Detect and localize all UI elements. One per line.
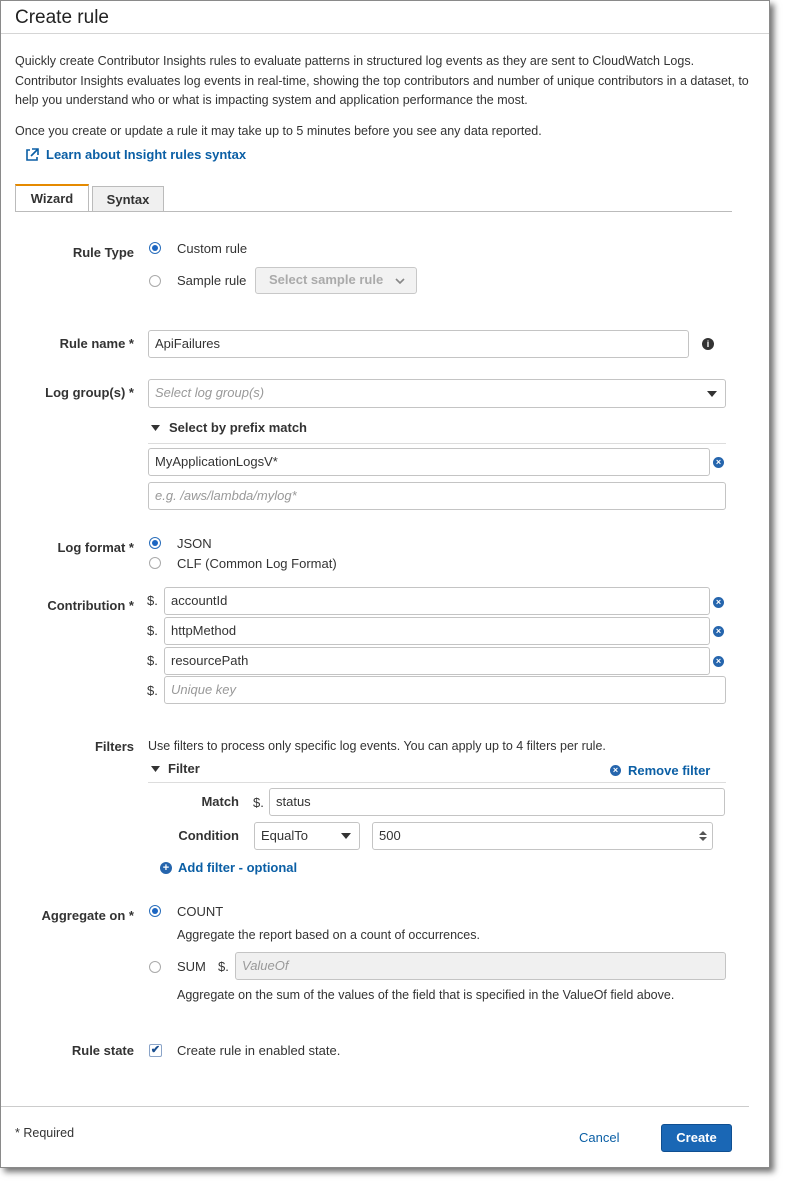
contribution-key-input[interactable]: httpMethod xyxy=(164,617,710,645)
prefix-empty-input[interactable]: e.g. /aws/lambda/mylog* xyxy=(148,482,726,510)
remove-prefix-icon[interactable]: × xyxy=(713,457,724,468)
sum-description: Aggregate on the sum of the values of th… xyxy=(177,988,675,1002)
log-format-label: Log format * xyxy=(57,540,134,555)
condition-label: Condition xyxy=(178,828,239,843)
match-input[interactable]: status xyxy=(269,788,725,816)
aggregate-label: Aggregate on * xyxy=(41,908,134,923)
external-link-icon xyxy=(26,148,39,161)
sample-rule-select[interactable]: Select sample rule xyxy=(255,267,417,294)
sample-rule-label: Sample rule xyxy=(177,273,247,288)
count-radio[interactable] xyxy=(149,905,161,917)
prefix-input[interactable]: MyApplicationLogsV* xyxy=(148,448,710,476)
remove-filter-icon: × xyxy=(610,765,621,776)
contribution-prefix: $. xyxy=(147,593,158,608)
enabled-checkbox[interactable]: ✔ xyxy=(149,1044,162,1057)
footer-divider xyxy=(1,1106,749,1107)
dialog-title: Create rule xyxy=(15,7,109,28)
caret-down-icon xyxy=(151,766,160,772)
filter-divider xyxy=(148,782,726,783)
condition-value: EqualTo xyxy=(261,828,308,843)
clf-label: CLF (Common Log Format) xyxy=(177,556,337,571)
info-icon[interactable]: i xyxy=(702,338,714,350)
match-label: Match xyxy=(201,794,239,809)
log-groups-label: Log group(s) * xyxy=(45,385,134,400)
filters-label: Filters xyxy=(94,739,134,754)
clf-radio[interactable] xyxy=(149,557,161,569)
stepper-icon xyxy=(699,831,707,841)
custom-rule-label: Custom rule xyxy=(177,241,248,256)
title-divider xyxy=(1,33,769,34)
contribution-label: Contribution * xyxy=(47,598,134,613)
tab-syntax[interactable]: Syntax xyxy=(92,186,164,212)
caret-down-icon xyxy=(707,391,717,397)
filters-description: Use filters to process only specific log… xyxy=(148,739,606,753)
custom-rule-radio[interactable] xyxy=(149,242,161,254)
tabs-divider xyxy=(15,211,732,212)
prefix-match-heading: Select by prefix match xyxy=(169,420,307,435)
contribution-prefix: $. xyxy=(147,623,158,638)
sum-prefix: $. xyxy=(218,959,229,974)
learn-link-label: Learn about Insight rules syntax xyxy=(46,147,247,162)
intro-note: Once you create or update a rule it may … xyxy=(15,124,542,138)
log-groups-placeholder: Select log group(s) xyxy=(155,385,265,400)
filter-heading: Filter xyxy=(168,761,200,776)
required-note: * Required xyxy=(15,1126,75,1140)
rule-type-label: Rule Type xyxy=(72,245,134,260)
count-label: COUNT xyxy=(177,904,224,919)
sum-label: SUM xyxy=(177,959,206,974)
count-description: Aggregate the report based on a count of… xyxy=(177,928,480,942)
rule-name-label: Rule name * xyxy=(59,336,134,351)
contribution-key-input[interactable]: resourcePath xyxy=(164,647,710,675)
condition-select[interactable]: EqualTo xyxy=(254,822,360,850)
sample-rule-radio[interactable] xyxy=(149,275,161,287)
contribution-empty-input[interactable]: Unique key xyxy=(164,676,726,704)
log-groups-select[interactable]: Select log group(s) xyxy=(148,379,726,408)
cancel-button[interactable]: Cancel xyxy=(579,1130,619,1145)
sample-rule-select-label: Select sample rule xyxy=(269,272,384,287)
create-button[interactable]: Create xyxy=(661,1124,732,1152)
caret-down-icon xyxy=(151,425,160,431)
add-filter-label: Add filter - optional xyxy=(178,860,298,875)
remove-filter-label: Remove filter xyxy=(628,763,711,778)
remove-key-icon[interactable]: × xyxy=(713,656,724,667)
contribution-prefix: $. xyxy=(147,683,158,698)
condition-amount-input[interactable]: 500 xyxy=(372,822,713,850)
contribution-key-input[interactable]: accountId xyxy=(164,587,710,615)
rule-state-label: Rule state xyxy=(71,1043,134,1058)
contribution-prefix: $. xyxy=(147,653,158,668)
json-label: JSON xyxy=(177,536,212,551)
match-prefix: $. xyxy=(253,795,264,810)
caret-down-icon xyxy=(341,833,351,839)
json-radio[interactable] xyxy=(149,537,161,549)
intro-paragraph: Quickly create Contributor Insights rule… xyxy=(15,54,749,107)
prefix-divider xyxy=(148,443,726,444)
condition-amount-value: 500 xyxy=(379,828,401,843)
remove-key-icon[interactable]: × xyxy=(713,626,724,637)
enabled-checkbox-label: Create rule in enabled state. xyxy=(177,1043,341,1058)
create-rule-dialog: Create rule Quickly create Contributor I… xyxy=(0,0,770,1168)
value-of-input[interactable]: ValueOf xyxy=(235,952,726,980)
remove-key-icon[interactable]: × xyxy=(713,597,724,608)
tab-wizard[interactable]: Wizard xyxy=(15,184,89,212)
chevron-down-icon xyxy=(395,278,405,285)
rule-name-input[interactable]: ApiFailures xyxy=(148,330,689,358)
plus-icon: + xyxy=(160,862,172,874)
sum-radio[interactable] xyxy=(149,961,161,973)
